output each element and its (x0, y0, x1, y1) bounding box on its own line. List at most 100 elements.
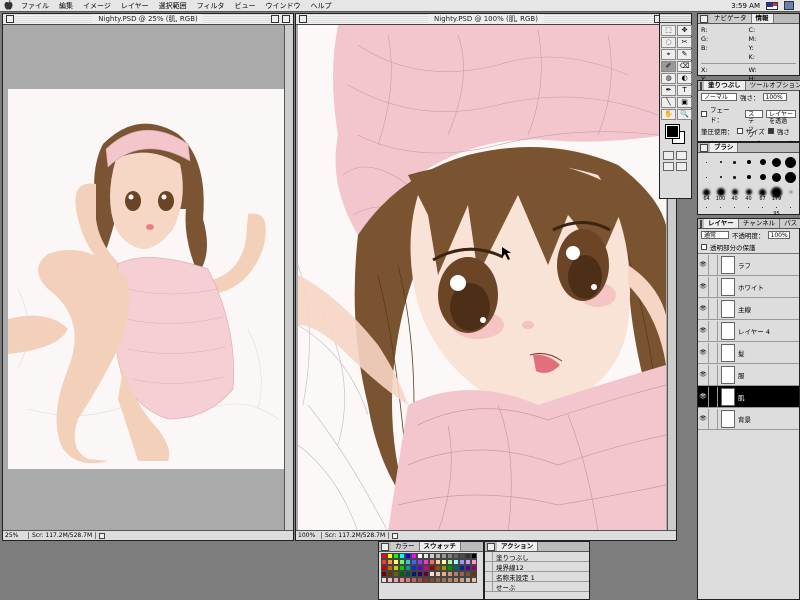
standard-mode-button[interactable] (663, 151, 674, 160)
airbrush-tool-icon[interactable]: ✎ (677, 49, 692, 60)
visibility-eye-icon[interactable]: 👁 (698, 261, 708, 268)
foreground-color-swatch[interactable] (665, 124, 680, 139)
brush-preset[interactable]: 67 (756, 185, 769, 202)
history-brush-tool-icon[interactable]: ◐ (677, 73, 692, 84)
brush-preset[interactable] (742, 200, 755, 214)
brush-preset[interactable] (784, 170, 797, 184)
menu-window[interactable]: ウインドウ (261, 1, 306, 11)
action-item[interactable]: 塗りつぶし (485, 552, 589, 562)
action-item[interactable]: せーぶ (485, 582, 589, 592)
type-tool-icon[interactable]: T (677, 85, 692, 96)
brush-preset[interactable] (756, 200, 769, 214)
action-toggle-checkbox[interactable] (485, 562, 493, 571)
keyboard-flag-icon[interactable] (766, 1, 778, 10)
menu-file[interactable]: ファイル (16, 1, 54, 11)
layer-row[interactable]: 👁 背景 (698, 408, 799, 430)
layer-row[interactable]: 👁 服 (698, 364, 799, 386)
visibility-eye-icon[interactable]: 👁 (698, 393, 708, 400)
size-checkbox[interactable] (736, 128, 743, 134)
tab-swatches[interactable]: スウォッチ (419, 542, 461, 551)
visibility-eye-icon[interactable]: 👁 (698, 283, 708, 290)
close-box-icon[interactable] (700, 144, 708, 152)
action-toggle-checkbox[interactable] (485, 552, 493, 561)
layer-row[interactable]: 👁 髪 (698, 342, 799, 364)
brush-preset[interactable] (728, 170, 741, 184)
color-swatch[interactable] (471, 577, 477, 583)
close-box-icon[interactable] (700, 82, 702, 90)
brush-preset[interactable] (784, 200, 797, 214)
menu-clock[interactable]: 3:59 AM (731, 2, 760, 10)
screen-mode-full-button[interactable] (676, 162, 687, 171)
tab-tool-options[interactable]: ツールオプション (745, 81, 800, 90)
brush-preset[interactable]: 179 (770, 185, 783, 202)
brush-preset[interactable] (742, 170, 755, 184)
apple-menu-icon[interactable] (0, 0, 16, 12)
blend-mode-select[interactable]: ノーマル (701, 93, 737, 101)
line-tool-icon[interactable]: ╲ (661, 97, 676, 108)
tab-navigator[interactable]: ナビゲータ (710, 14, 752, 23)
tab-brushes[interactable]: ブラシ (710, 143, 739, 152)
strength-checkbox[interactable] (767, 128, 774, 134)
layer-transparency-select[interactable]: レイヤーを透過 (766, 110, 796, 125)
lasso-tool-icon[interactable]: ◌ (661, 37, 676, 48)
close-box-icon[interactable] (299, 15, 307, 23)
rubber-stamp-tool-icon[interactable]: ◍ (661, 73, 676, 84)
brush-preset[interactable] (728, 155, 741, 169)
close-box-icon[interactable] (487, 543, 495, 551)
app-menu-icon[interactable] (784, 1, 794, 10)
move-tool-icon[interactable]: ✥ (677, 25, 692, 36)
menu-layer[interactable]: レイヤー (116, 1, 154, 11)
gradient-tool-icon[interactable]: ▣ (677, 97, 692, 108)
action-toggle-checkbox[interactable] (485, 582, 493, 591)
menu-edit[interactable]: 編集 (54, 1, 78, 11)
quickmask-mode-button[interactable] (676, 151, 687, 160)
layer-row[interactable]: 👁 ホワイト (698, 276, 799, 298)
collapse-box-icon[interactable] (282, 15, 290, 23)
crop-tool-icon[interactable]: ✂ (677, 37, 692, 48)
layer-link-toggle[interactable] (708, 320, 718, 341)
brush-preset[interactable] (756, 155, 769, 169)
canvas-large[interactable] (298, 25, 666, 532)
pen-tool-icon[interactable]: ✒ (661, 85, 676, 96)
marquee-tool-icon[interactable]: ⬚ (661, 25, 676, 36)
brush-preset[interactable] (756, 170, 769, 184)
magic-wand-tool-icon[interactable]: ⌖ (661, 49, 676, 60)
layer-link-toggle[interactable] (708, 408, 718, 429)
brush-preset[interactable] (742, 155, 755, 169)
layer-link-toggle[interactable] (708, 276, 718, 297)
close-box-icon[interactable] (6, 15, 14, 23)
brush-preset[interactable] (700, 170, 713, 184)
menu-help[interactable]: ヘルプ (306, 1, 337, 11)
brush-preset[interactable]: 95 (770, 200, 783, 217)
visibility-eye-icon[interactable]: 👁 (698, 327, 708, 334)
action-toggle-checkbox[interactable] (485, 572, 493, 581)
tab-info[interactable]: 情報 (751, 14, 774, 23)
brush-preset[interactable] (728, 200, 741, 214)
fade-checkbox[interactable] (701, 111, 707, 117)
action-item[interactable]: 境界線12 (485, 562, 589, 572)
brush-preset[interactable] (714, 170, 727, 184)
close-box-icon[interactable] (700, 15, 708, 23)
document-titlebar[interactable]: Nighty.PSD @ 100% (肌, RGB) (296, 14, 676, 25)
visibility-eye-icon[interactable]: 👁 (698, 349, 708, 356)
tab-paths[interactable]: パス (780, 219, 800, 228)
brush-preset[interactable] (770, 155, 783, 169)
opacity-field[interactable]: 100% (762, 93, 787, 101)
layer-link-toggle[interactable] (708, 254, 718, 275)
brush-preset[interactable] (700, 200, 713, 214)
brush-preset[interactable]: 64 (700, 185, 713, 202)
layer-blend-mode-select[interactable]: 通常 (701, 231, 729, 239)
hand-tool-icon[interactable]: ✋ (661, 109, 676, 120)
zoom-level[interactable]: 100% (298, 532, 322, 539)
status-menu-arrow-icon[interactable] (99, 532, 106, 539)
vertical-scrollbar[interactable] (284, 25, 293, 530)
layer-link-toggle[interactable] (708, 298, 718, 319)
fade-field[interactable]: ステップ (745, 110, 764, 139)
zoom-box-icon[interactable] (271, 15, 279, 23)
tab-fill[interactable]: 塗りつぶし (704, 81, 746, 90)
brush-preset[interactable] (700, 155, 713, 169)
menu-view[interactable]: ビュー (230, 1, 261, 11)
tab-layers[interactable]: レイヤー (704, 219, 739, 228)
tab-channels[interactable]: チャンネル (738, 219, 781, 228)
visibility-eye-icon[interactable]: 👁 (698, 371, 708, 378)
